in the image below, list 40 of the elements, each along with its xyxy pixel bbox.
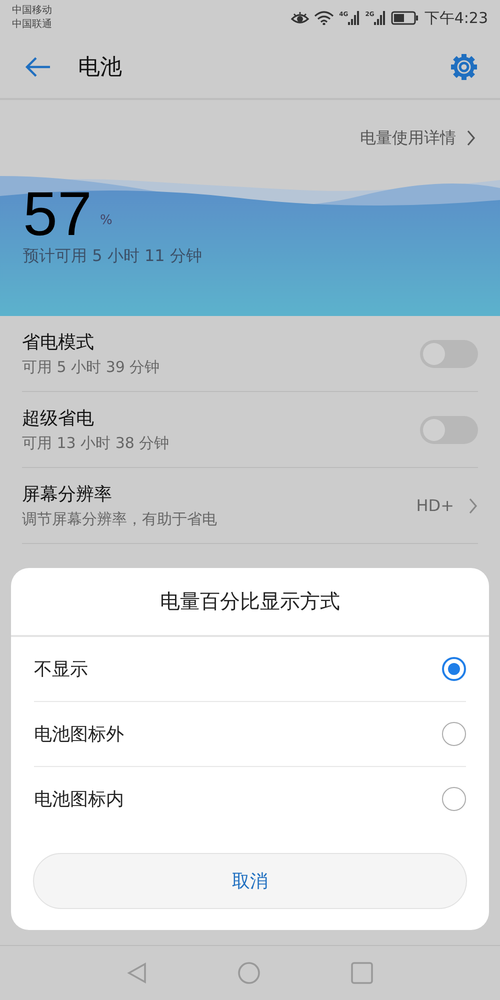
setting-title: 屏幕分辨率 — [22, 483, 113, 506]
screen-title: 电池 — [78, 54, 123, 82]
setting-row[interactable]: 超级省电 可用 13 小时 38 分钟 — [22, 392, 478, 468]
back-icon[interactable] — [24, 55, 52, 79]
signal-icon — [374, 11, 386, 25]
home-icon[interactable] — [237, 961, 261, 985]
setting-subtitle: 可用 5 小时 39 分钟 — [22, 358, 160, 377]
radio-option[interactable]: 不显示 — [34, 637, 466, 702]
radio-button[interactable] — [442, 657, 466, 681]
settings-icon[interactable] — [450, 53, 478, 81]
setting-value: HD+ — [416, 496, 454, 515]
toggle-switch[interactable] — [420, 340, 478, 368]
radio-button[interactable] — [442, 787, 466, 811]
setting-subtitle: 可用 13 小时 38 分钟 — [22, 434, 170, 453]
carrier-name: 中国移动 — [12, 4, 52, 18]
radio-option[interactable]: 电池图标外 — [34, 702, 466, 767]
cancel-button[interactable]: 取消 — [33, 853, 467, 909]
signal-icon — [348, 11, 360, 25]
time-estimate: 预计可用 5 小时 11 分钟 — [23, 246, 203, 267]
recents-icon[interactable] — [351, 962, 373, 984]
radio-option[interactable]: 电池图标内 — [34, 767, 466, 831]
carrier-name: 中国联通 — [12, 18, 52, 32]
setting-title: 超级省电 — [22, 407, 95, 430]
detail-link[interactable]: 电量使用详情 — [360, 128, 476, 148]
chevron-icon — [466, 129, 476, 147]
chevron-icon — [468, 496, 478, 514]
setting-title: 省电模式 — [22, 331, 95, 354]
battery-icon — [391, 11, 420, 25]
percent-sign: % — [100, 213, 112, 228]
battery-percent: 57 — [23, 184, 92, 246]
setting-row[interactable]: 屏幕分辨率 调节屏幕分辨率，有助于省电 HD+ — [22, 468, 478, 544]
setting-row[interactable]: 省电模式 可用 5 小时 39 分钟 — [22, 316, 478, 392]
setting-subtitle: 调节屏幕分辨率，有助于省电 — [22, 510, 217, 529]
dialog-title: 电量百分比显示方式 — [11, 568, 489, 637]
toggle-switch[interactable] — [420, 416, 478, 444]
wifi-icon — [314, 11, 334, 25]
back-nav-icon[interactable] — [127, 962, 147, 984]
clock-time: 下午4:23 — [424, 8, 488, 28]
radio-button[interactable] — [442, 722, 466, 746]
eye-icon — [291, 11, 310, 25]
